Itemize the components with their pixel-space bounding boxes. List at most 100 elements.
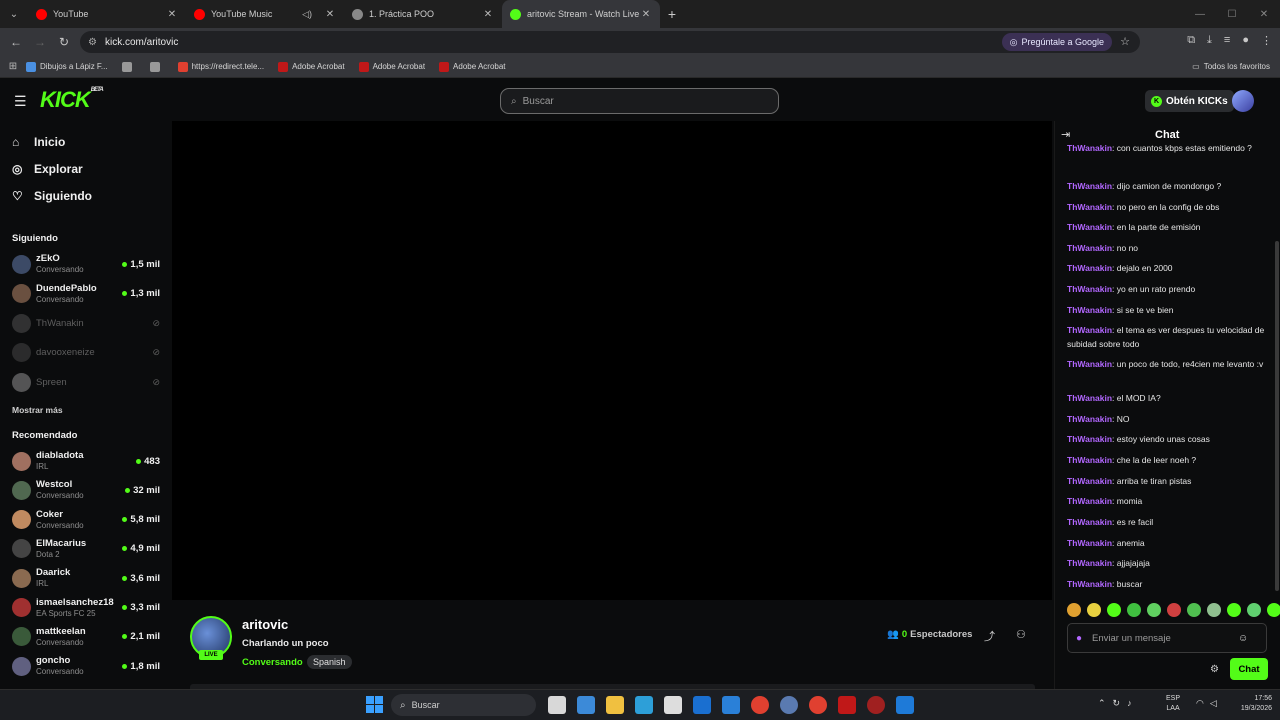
chat-username[interactable]: ThWanakin: [1067, 517, 1112, 527]
chrome-profile-icon[interactable]: [809, 696, 827, 714]
following-channel[interactable]: zEkO Conversando 1,5 mil: [12, 250, 160, 278]
collapse-chat-icon[interactable]: ⇥: [1061, 128, 1070, 141]
chat-username[interactable]: ThWanakin: [1067, 243, 1112, 253]
volume-icon[interactable]: ◁: [1210, 698, 1217, 709]
chrome-icon[interactable]: [751, 696, 769, 714]
emote-icon[interactable]: [1147, 603, 1161, 617]
sync-icon[interactable]: ↻: [1113, 698, 1121, 709]
bookmark-item[interactable]: Adobe Acrobat: [439, 61, 506, 72]
emote-icon[interactable]: [1227, 603, 1241, 617]
url-field[interactable]: ⚙ kick.com/aritovic ◎ Pregúntale a Googl…: [80, 31, 1140, 53]
bookmark-item[interactable]: Adobe Acrobat: [358, 61, 425, 72]
bookmark-star-icon[interactable]: ☆: [1120, 35, 1130, 48]
minimize-icon[interactable]: —: [1184, 0, 1216, 28]
chat-username[interactable]: ThWanakin: [1067, 181, 1112, 191]
browser-tab[interactable]: YouTube ✕: [28, 0, 186, 28]
chat-username[interactable]: ThWanakin: [1067, 434, 1112, 444]
chat-scrollbar[interactable]: [1275, 241, 1279, 591]
user-avatar[interactable]: [1232, 90, 1254, 112]
apps-icon[interactable]: ⊞: [0, 61, 26, 72]
new-tab-button[interactable]: +: [660, 6, 684, 22]
chat-username[interactable]: ThWanakin: [1067, 496, 1112, 506]
photos-icon[interactable]: [722, 696, 740, 714]
emote-icon[interactable]: [1127, 603, 1141, 617]
bookmark-item[interactable]: Adobe Acrobat: [278, 61, 345, 72]
emote-icon[interactable]: [1247, 603, 1261, 617]
show-more-link[interactable]: Mostrar más: [12, 405, 63, 415]
chat-username[interactable]: ThWanakin: [1067, 558, 1112, 568]
bookmark-item[interactable]: [149, 61, 164, 72]
mic-tray-icon[interactable]: ♪: [1127, 698, 1132, 709]
r-app-icon[interactable]: [780, 696, 798, 714]
tab-search-icon[interactable]: ⌄: [0, 0, 28, 28]
emote-icon[interactable]: [1187, 603, 1201, 617]
chat-settings-icon[interactable]: ⚙: [1210, 664, 1219, 675]
forward-icon[interactable]: →: [28, 35, 52, 49]
language-tag[interactable]: Spanish: [307, 655, 352, 669]
task-view-icon[interactable]: [548, 696, 566, 714]
emote-icon[interactable]: [1087, 603, 1101, 617]
menu-icon[interactable]: ⋮: [1261, 34, 1272, 47]
back-icon[interactable]: ←: [4, 35, 28, 49]
nav-siguiendo[interactable]: ♡ Siguiendo: [12, 189, 92, 203]
reload-icon[interactable]: ↻: [52, 35, 76, 49]
widgets-icon[interactable]: [577, 696, 595, 714]
emote-icon[interactable]: [1067, 603, 1081, 617]
emote-icon[interactable]: [1207, 603, 1221, 617]
tray-chevron-icon[interactable]: ⌃: [1098, 698, 1106, 709]
chat-username[interactable]: ThWanakin: [1067, 325, 1112, 335]
nav-inicio[interactable]: ⌂ Inicio: [12, 135, 65, 149]
chat-username[interactable]: ThWanakin: [1067, 579, 1112, 589]
edge-icon[interactable]: [635, 696, 653, 714]
download-icon[interactable]: ⤓: [1207, 34, 1212, 47]
close-window-icon[interactable]: ✕: [1248, 0, 1280, 28]
recommended-channel[interactable]: ElMacarius Dota 2 4,9 mil: [12, 535, 160, 563]
get-kicks-button[interactable]: K Obtén KICKs: [1145, 90, 1234, 112]
chat-input[interactable]: [1092, 632, 1233, 644]
search-input[interactable]: [522, 95, 753, 107]
ask-google-button[interactable]: ◎ Pregúntale a Google: [1001, 33, 1112, 51]
streamer-name[interactable]: aritovic: [242, 617, 288, 632]
profile-icon[interactable]: ●: [1242, 34, 1249, 47]
audio-icon[interactable]: ◁): [302, 9, 312, 20]
bookmark-item[interactable]: https://redirect.tele...: [177, 61, 264, 72]
share-icon[interactable]: ⤴: [984, 628, 995, 644]
chrome-dev-icon[interactable]: [867, 696, 885, 714]
emote-icon[interactable]: [1107, 603, 1121, 617]
mic-icon[interactable]: ●: [1076, 633, 1082, 644]
bookmark-item[interactable]: Dibujos a Lápiz F...: [26, 61, 108, 72]
tab-close-icon[interactable]: ✕: [324, 9, 336, 20]
chat-username[interactable]: ThWanakin: [1067, 455, 1112, 465]
tab-close-icon[interactable]: ✕: [166, 9, 178, 20]
following-channel[interactable]: Spreen ⊘: [12, 368, 160, 396]
chat-send-button[interactable]: Chat: [1230, 658, 1268, 680]
hamburger-menu-icon[interactable]: ☰: [14, 93, 27, 110]
follow-user-icon[interactable]: ⚇: [1016, 628, 1026, 641]
chat-username[interactable]: ThWanakin: [1067, 263, 1112, 273]
clock[interactable]: 17:56 19/3/2026: [1228, 694, 1272, 714]
stream-category[interactable]: Conversando: [242, 657, 303, 668]
acrobat-icon[interactable]: [838, 696, 856, 714]
recommended-channel[interactable]: diabladota IRL 483: [12, 447, 160, 475]
chat-username[interactable]: ThWanakin: [1067, 305, 1112, 315]
all-bookmarks[interactable]: ▭ Todos los favoritos: [1192, 62, 1270, 71]
vscode-icon[interactable]: [896, 696, 914, 714]
video-player[interactable]: [172, 121, 1052, 600]
chat-username[interactable]: ThWanakin: [1067, 222, 1112, 232]
tab-close-icon[interactable]: ✕: [640, 9, 652, 20]
following-channel[interactable]: DuendePablo Conversando 1,3 mil: [12, 280, 160, 308]
file-explorer-icon[interactable]: [606, 696, 624, 714]
taskbar-search[interactable]: ⌕ Buscar: [391, 694, 536, 716]
following-channel[interactable]: ThWanakin ⊘: [12, 309, 160, 337]
outlook-icon[interactable]: [693, 696, 711, 714]
wifi-icon[interactable]: ◠: [1196, 698, 1204, 709]
recommended-channel[interactable]: Westcol Conversando 32 mil: [12, 476, 160, 504]
chat-username[interactable]: ThWanakin: [1067, 414, 1112, 424]
emote-icon[interactable]: [1267, 603, 1280, 617]
extensions-icon[interactable]: ⧉: [1187, 34, 1195, 47]
following-channel[interactable]: davooxeneize ⊘: [12, 339, 160, 367]
kick-logo[interactable]: KICKBETA: [40, 87, 104, 113]
nav-explorar[interactable]: ◎ Explorar: [12, 162, 83, 176]
chat-username[interactable]: ThWanakin: [1067, 538, 1112, 548]
media-icon[interactable]: ≡: [1224, 34, 1230, 47]
